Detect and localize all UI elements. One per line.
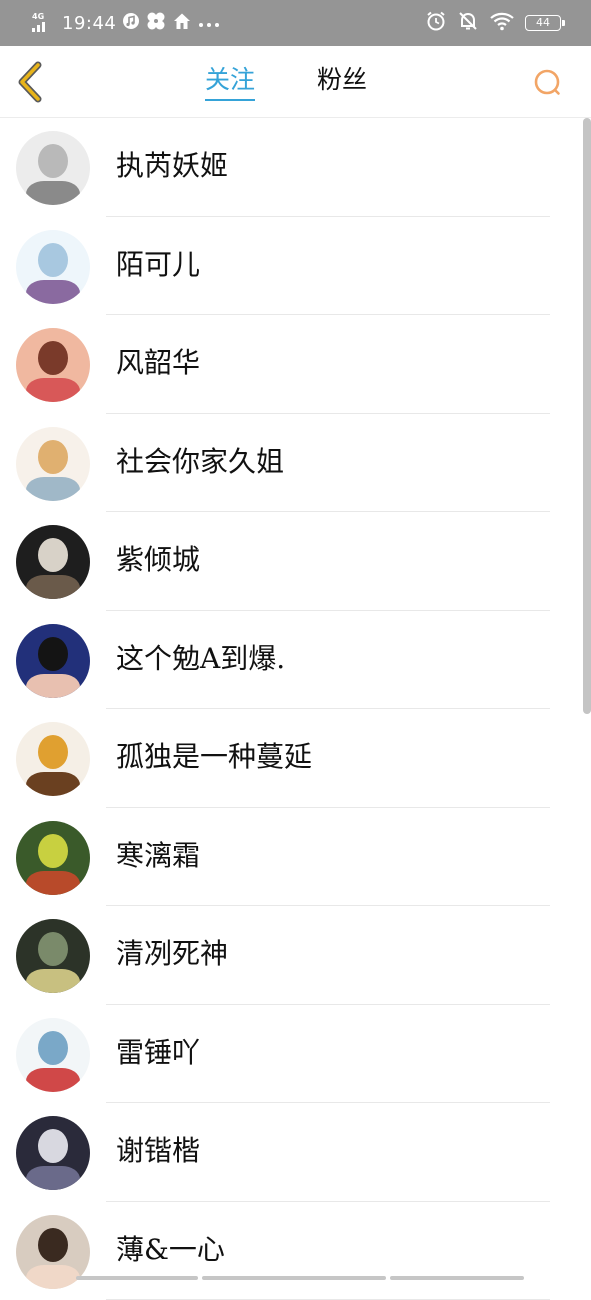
top-nav: 关注 粉丝: [0, 46, 591, 118]
wifi-icon: [489, 11, 515, 35]
mute-bell-icon: [457, 10, 479, 36]
tab-following[interactable]: 关注: [205, 64, 255, 96]
username: 这个勉A到爆.: [116, 641, 285, 677]
username: 寒漓霜: [116, 838, 200, 874]
username: 薄&一心: [116, 1232, 225, 1268]
pinwheel-icon: [146, 11, 166, 35]
list-item[interactable]: 执芮妖姬: [0, 118, 591, 217]
avatar: [16, 328, 90, 402]
list-item[interactable]: 薄&一心: [0, 1202, 591, 1300]
avatar: [16, 525, 90, 599]
scrollbar[interactable]: [583, 118, 591, 714]
username: 社会你家久姐: [116, 444, 284, 480]
list-item[interactable]: 孤独是一种蔓延: [0, 709, 591, 808]
username: 风韶华: [116, 345, 200, 381]
network-type: 4G: [32, 12, 44, 21]
username: 雷锤吖: [116, 1035, 200, 1071]
username: 清冽死神: [116, 936, 228, 972]
back-button[interactable]: [12, 60, 52, 104]
list-item[interactable]: 社会你家久姐: [0, 414, 591, 513]
avatar: [16, 919, 90, 993]
tab-fans[interactable]: 粉丝: [317, 64, 367, 96]
status-time: 19:44: [62, 13, 116, 34]
search-button[interactable]: [531, 66, 565, 100]
avatar: [16, 427, 90, 501]
search-icon: [531, 66, 565, 100]
bottom-indicator: [76, 1276, 524, 1280]
battery-icon: 44: [525, 15, 561, 31]
list-item[interactable]: 这个勉A到爆.: [0, 611, 591, 710]
list-item[interactable]: 清冽死神: [0, 906, 591, 1005]
avatar: [16, 624, 90, 698]
username: 执芮妖姬: [116, 148, 228, 184]
music-note-icon: [122, 12, 140, 34]
home-icon: [172, 11, 192, 35]
avatar: [16, 1018, 90, 1092]
following-list: 执芮妖姬 陌可儿 风韶华 社会你家久姐 紫倾城 这个勉A到爆.: [0, 118, 591, 1300]
avatar: [16, 131, 90, 205]
list-item[interactable]: 谢锴楷: [0, 1103, 591, 1202]
list-item[interactable]: 紫倾城: [0, 512, 591, 611]
username: 紫倾城: [116, 542, 200, 578]
list-item[interactable]: 陌可儿: [0, 217, 591, 316]
avatar: [16, 1116, 90, 1190]
chevron-left-icon: [12, 60, 52, 104]
status-bar: 4G 19:44 44: [0, 0, 591, 46]
battery-level: 44: [536, 16, 550, 29]
username: 孤独是一种蔓延: [116, 739, 312, 775]
avatar: [16, 722, 90, 796]
avatar: [16, 821, 90, 895]
username: 谢锴楷: [116, 1133, 200, 1169]
username: 陌可儿: [116, 247, 200, 283]
signal-icon: 4G: [30, 12, 52, 34]
avatar: [16, 230, 90, 304]
list-item[interactable]: 雷锤吖: [0, 1005, 591, 1104]
list-item[interactable]: 寒漓霜: [0, 808, 591, 907]
list-item[interactable]: 风韶华: [0, 315, 591, 414]
alarm-icon: [425, 10, 447, 36]
more-dots-icon: [198, 14, 220, 33]
